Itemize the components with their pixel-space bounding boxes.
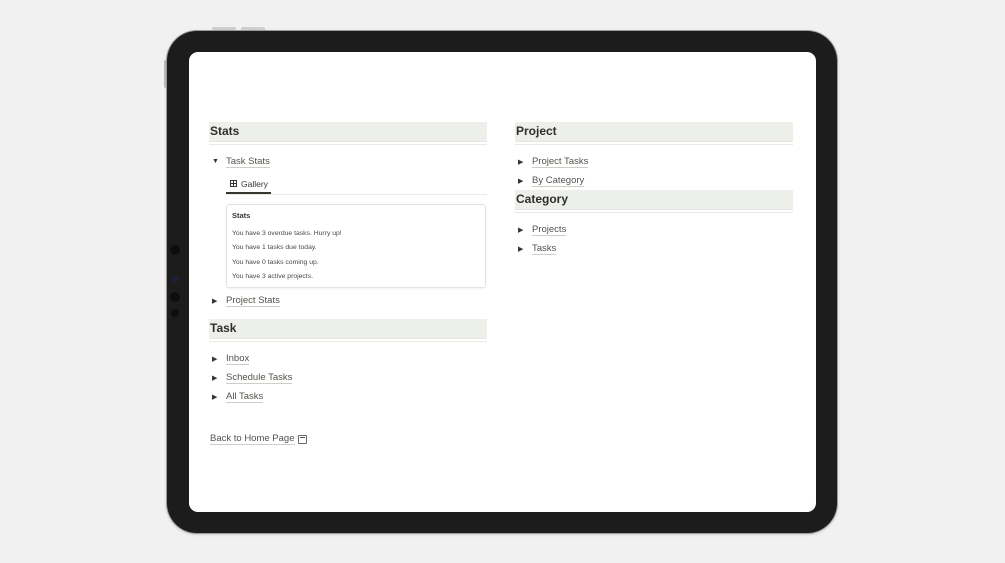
toggle-schedule-tasks[interactable]: ▶ Schedule Tasks	[209, 368, 487, 387]
tab-gallery[interactable]: Gallery	[226, 175, 271, 194]
gallery-grid-icon	[230, 180, 237, 187]
toggle-project-tasks[interactable]: ▶ Project Tasks	[515, 152, 793, 171]
project-heading: Project	[515, 122, 793, 142]
category-heading: Category	[515, 190, 793, 210]
triangle-down-icon[interactable]: ▼	[209, 158, 226, 165]
divider	[209, 341, 487, 342]
toggle-project-stats[interactable]: ▶ Project Stats	[209, 291, 487, 310]
card-line-due-today: You have 1 tasks due today.	[232, 244, 317, 252]
triangle-right-icon[interactable]: ▶	[515, 177, 532, 185]
stats-heading: Stats	[209, 122, 487, 142]
tasks-label[interactable]: Tasks	[532, 243, 557, 255]
toggle-tasks[interactable]: ▶ Tasks	[515, 239, 793, 258]
toggle-by-category[interactable]: ▶ By Category	[515, 171, 793, 190]
toggle-projects[interactable]: ▶ Projects	[515, 220, 793, 239]
toggle-task-stats[interactable]: ▼ Task Stats	[209, 152, 487, 171]
triangle-right-icon[interactable]: ▶	[515, 245, 532, 253]
back-to-home-link[interactable]: Back to Home Page	[210, 433, 307, 445]
camera-dot	[172, 276, 178, 282]
triangle-right-icon[interactable]: ▶	[515, 226, 532, 234]
task-heading: Task	[209, 319, 487, 339]
toggle-all-tasks[interactable]: ▶ All Tasks	[209, 387, 487, 406]
tab-underline	[226, 194, 487, 195]
right-column: Project ▶ Project Tasks ▶ By Category Ca…	[515, 122, 793, 258]
task-stats-label[interactable]: Task Stats	[226, 156, 270, 168]
triangle-right-icon[interactable]: ▶	[209, 297, 226, 305]
card-line-active-projects: You have 3 active projects.	[232, 272, 313, 280]
triangle-right-icon[interactable]: ▶	[209, 374, 226, 382]
screen: Stats ▼ Task Stats Gallery Stats You hav…	[189, 52, 816, 512]
triangle-right-icon[interactable]: ▶	[209, 393, 226, 401]
stats-card[interactable]: Stats You have 3 overdue tasks. Hurry up…	[226, 204, 486, 288]
inbox-label[interactable]: Inbox	[226, 353, 250, 365]
card-title: Stats	[232, 211, 251, 220]
triangle-right-icon[interactable]: ▶	[209, 355, 226, 363]
project-tasks-label[interactable]: Project Tasks	[532, 156, 589, 168]
divider	[515, 144, 793, 145]
back-link-label[interactable]: Back to Home Page	[210, 433, 295, 445]
camera-dot	[170, 292, 180, 302]
project-stats-label[interactable]: Project Stats	[226, 295, 280, 307]
projects-label[interactable]: Projects	[532, 224, 567, 236]
toggle-inbox[interactable]: ▶ Inbox	[209, 349, 487, 368]
camera-dot	[170, 245, 180, 255]
triangle-right-icon[interactable]: ▶	[515, 158, 532, 166]
divider	[209, 144, 487, 145]
left-column: Stats ▼ Task Stats Gallery Stats You hav…	[209, 122, 487, 406]
back-arrow-icon[interactable]	[297, 434, 307, 444]
gallery-tab-label: Gallery	[241, 178, 268, 189]
divider	[515, 212, 793, 213]
by-category-label[interactable]: By Category	[532, 175, 585, 187]
card-line-overdue: You have 3 overdue tasks. Hurry up!	[232, 230, 342, 237]
card-line-coming-up: You have 0 tasks coming up.	[232, 258, 319, 266]
camera-dot	[171, 309, 179, 317]
all-tasks-label[interactable]: All Tasks	[226, 391, 264, 403]
schedule-tasks-label[interactable]: Schedule Tasks	[226, 372, 293, 384]
